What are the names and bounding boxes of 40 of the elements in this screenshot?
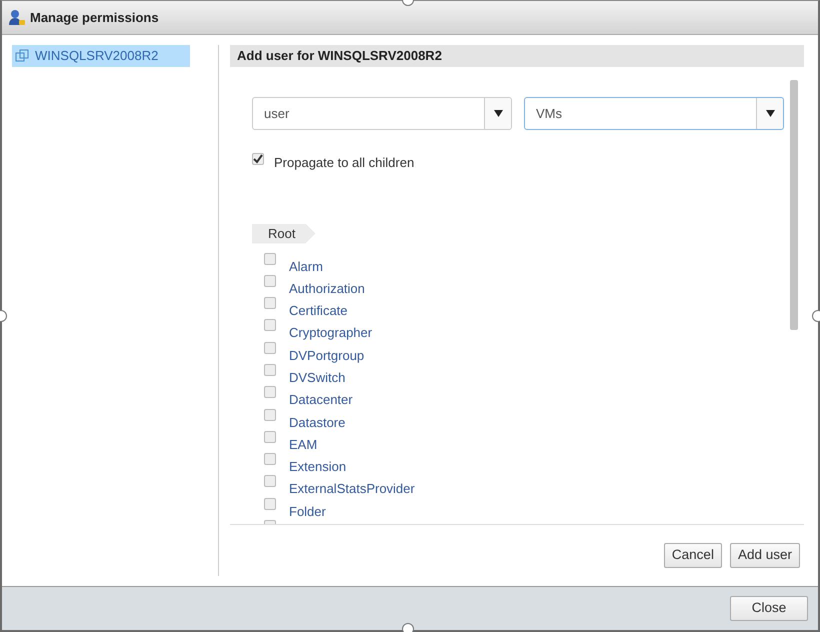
checkbox-label: Propagate to all children [274,154,414,172]
breadcrumb-tab[interactable]: Root [252,224,316,244]
checkbox[interactable] [264,386,276,398]
privilege-link[interactable]: EAM [289,434,318,454]
privilege-link[interactable]: Datacenter [289,390,353,410]
checkbox[interactable] [264,342,276,354]
checkbox[interactable] [264,430,276,443]
window-title: Manage permissions [30,8,159,27]
combo-field[interactable]: VMs [524,97,784,130]
checkbox[interactable] [264,297,276,310]
panel-header: Add user for WINSQLSRV2008R2 [230,45,804,67]
privilege-link[interactable]: Certificate [289,301,348,321]
privilege-link[interactable]: Authorization [289,278,365,298]
privilege-link[interactable]: Cryptographer [289,323,372,343]
checkbox[interactable] [264,475,276,488]
privilege-link[interactable]: Datastore [289,412,346,432]
checkbox[interactable] [252,153,264,165]
scrollbar-thumb[interactable] [790,80,798,330]
checkbox[interactable] [264,408,276,421]
checkbox[interactable] [264,274,276,287]
checkbox[interactable] [264,252,276,264]
checkbox[interactable] [264,453,276,466]
checkbox[interactable] [264,364,276,376]
checkbox[interactable] [264,498,276,510]
dropdown-arrow-icon[interactable] [494,110,502,117]
user-key-icon [8,8,26,26]
privilege-link[interactable]: DVSwitch [289,368,346,388]
privilege-link[interactable]: ExternalStatsProvider [289,479,415,499]
add-user-button[interactable]: Add user [730,543,800,568]
combo-field[interactable]: user [252,97,512,130]
tree-item[interactable]: WINSQLSRV2008R2 [12,45,190,67]
close-button[interactable]: Close [730,596,808,621]
privilege-link[interactable]: Folder [289,502,326,522]
dropdown-arrow-icon[interactable] [766,110,774,117]
privilege-link[interactable]: Alarm [289,256,323,276]
cancel-button[interactable]: Cancel [664,543,722,568]
privilege-link[interactable]: DVPortgroup [289,346,364,366]
server-icon [15,49,29,63]
checkbox[interactable] [264,319,276,332]
privilege-link[interactable]: Extension [289,457,346,477]
